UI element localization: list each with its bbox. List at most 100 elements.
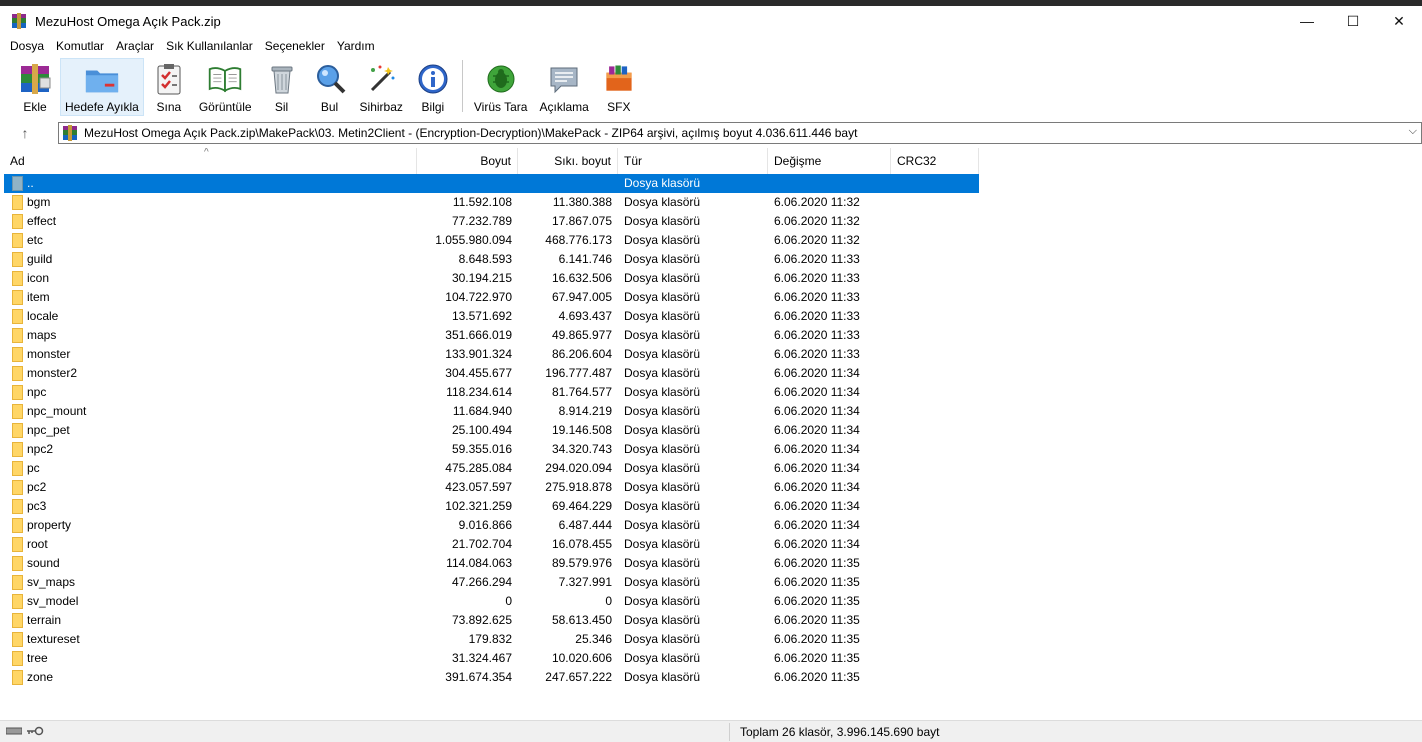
comment-button[interactable]: Açıklama (534, 58, 593, 116)
row-date: 6.06.2020 11:32 (774, 233, 860, 247)
table-row[interactable]: property 9.016.866 6.487.444 Dosya klasörü 6… (4, 516, 979, 535)
menu-komutlar[interactable]: Komutlar (50, 36, 110, 56)
delete-button[interactable]: Sil (259, 58, 305, 116)
column-header-size[interactable]: Boyut (417, 148, 518, 174)
row-type: Dosya klasörü (624, 423, 701, 437)
table-row[interactable]: sv_maps 47.266.294 7.327.991 Dosya klasörü 6… (4, 573, 979, 592)
test-button[interactable]: Sına (146, 58, 192, 116)
row-size (417, 174, 518, 193)
row-date: 6.06.2020 11:33 (774, 252, 860, 266)
folder-name: bgm (27, 195, 51, 209)
table-row[interactable]: locale 13.571.692 4.693.437 Dosya klasörü 6.… (4, 307, 979, 326)
table-row[interactable]: root 21.702.704 16.078.455 Dosya klasörü 6.0… (4, 535, 979, 554)
table-row[interactable]: textureset 179.832 25.346 Dosya klasörü 6.06… (4, 630, 979, 649)
table-row[interactable]: tree 31.324.467 10.020.606 Dosya klasörü 6.0… (4, 649, 979, 668)
row-type: Dosya klasörü (624, 613, 701, 627)
table-row[interactable]: bgm 11.592.108 11.380.388 Dosya klasörü 6.06… (4, 193, 979, 212)
row-name: npc_pet (4, 421, 417, 440)
sfx-button[interactable]: SFX (596, 58, 642, 116)
row-type: Dosya klasörü (624, 575, 701, 589)
table-row[interactable]: etc 1.055.980.094 468.776.173 Dosya klasörü… (4, 231, 979, 250)
row-packed: 17.867.075 (551, 214, 612, 228)
address-bar: ↑ MezuHost Omega Açık Pack.zip\MakePack\… (0, 120, 1422, 146)
table-row[interactable]: sv_model 0 0 Dosya klasörü 6.06.2020 11:35 (4, 592, 979, 611)
column-header-name[interactable]: Ad ^ (4, 148, 417, 174)
table-row[interactable]: item 104.722.970 67.947.005 Dosya klasörü 6.… (4, 288, 979, 307)
parent-folder-row[interactable]: .. Dosya klasörü (4, 174, 979, 193)
menu-araclar[interactable]: Araçlar (110, 36, 160, 56)
wizard-button[interactable]: Sihirbaz (355, 58, 408, 116)
row-size: 423.057.597 (445, 480, 512, 494)
test-label: Sına (156, 100, 182, 114)
info-button[interactable]: Bilgi (410, 58, 456, 116)
key-icon[interactable] (26, 725, 44, 739)
table-row[interactable]: pc2 423.057.597 275.918.878 Dosya klasörü 6.… (4, 478, 979, 497)
table-row[interactable]: npc 118.234.614 81.764.577 Dosya klasörü 6.0… (4, 383, 979, 402)
close-button[interactable]: ✕ (1376, 6, 1422, 36)
row-packed: 468.776.173 (545, 233, 612, 247)
column-header-packed[interactable]: Sıkı. boyut (518, 148, 618, 174)
row-size: 8.648.593 (458, 252, 512, 266)
column-header-modified[interactable]: Değişme (768, 148, 891, 174)
row-type: Dosya klasörü (624, 499, 701, 513)
table-row[interactable]: icon 30.194.215 16.632.506 Dosya klasörü 6.0… (4, 269, 979, 288)
folder-icon (12, 670, 23, 685)
row-name: sv_model (4, 592, 417, 611)
row-size: 304.455.677 (445, 366, 512, 380)
table-row[interactable]: pc 475.285.084 294.020.094 Dosya klasörü 6.0… (4, 459, 979, 478)
add-button[interactable]: Ekle (12, 58, 58, 116)
row-name: sound (4, 554, 417, 573)
table-row[interactable]: pc3 102.321.259 69.464.229 Dosya klasörü 6.0… (4, 497, 979, 516)
menu-dosya[interactable]: Dosya (4, 36, 50, 56)
menu-sik-kullanilanlar[interactable]: Sık Kullanılanlar (160, 36, 259, 56)
winrar-app-icon[interactable] (11, 13, 27, 29)
row-crc (891, 307, 979, 326)
row-name: terrain (4, 611, 417, 630)
folder-name: sv_maps (27, 575, 76, 589)
table-row[interactable]: monster 133.901.324 86.206.604 Dosya klasör… (4, 345, 979, 364)
up-folder-button[interactable]: ↑ (0, 120, 50, 146)
maximize-button[interactable]: ☐ (1330, 6, 1376, 36)
row-date: 6.06.2020 11:33 (774, 271, 860, 285)
address-path-box[interactable]: MezuHost Omega Açık Pack.zip\MakePack\03… (58, 122, 1422, 144)
row-date: 6.06.2020 11:32 (774, 214, 860, 228)
table-row[interactable]: zone 391.674.354 247.657.222 Dosya klasörü 6… (4, 668, 979, 687)
table-row[interactable]: npc2 59.355.016 34.320.743 Dosya klasörü 6.0… (4, 440, 979, 459)
table-row[interactable]: npc_mount 11.684.940 8.914.219 Dosya klasör… (4, 402, 979, 421)
row-crc (891, 497, 979, 516)
table-row[interactable]: terrain 73.892.625 58.613.450 Dosya klasörü… (4, 611, 979, 630)
table-row[interactable]: maps 351.666.019 49.865.977 Dosya klasörü 6.… (4, 326, 979, 345)
row-packed: 86.206.604 (551, 347, 612, 361)
table-row[interactable]: sound 114.084.063 89.579.976 Dosya klasörü 6… (4, 554, 979, 573)
view-button[interactable]: Görüntüle (194, 58, 257, 116)
table-row[interactable]: npc_pet 25.100.494 19.146.508 Dosya klasörü… (4, 421, 979, 440)
row-packed: 0 (605, 594, 612, 608)
folder-name: pc2 (27, 480, 47, 494)
row-type: Dosya klasörü (624, 632, 701, 646)
row-crc (891, 345, 979, 364)
table-row[interactable]: effect 77.232.789 17.867.075 Dosya klasörü 6… (4, 212, 979, 231)
minimize-button[interactable]: — (1284, 6, 1330, 36)
extract-to-button[interactable]: Hedefe Ayıkla (60, 58, 144, 116)
row-type: Dosya klasörü (624, 594, 701, 608)
row-type: Dosya klasörü (624, 651, 701, 665)
folder-icon (12, 632, 23, 647)
row-packed: 247.657.222 (545, 670, 612, 684)
folder-name: root (27, 537, 48, 551)
column-header-type[interactable]: Tür (618, 148, 768, 174)
magic-wand-icon (363, 62, 399, 96)
row-type: Dosya klasörü (624, 195, 701, 209)
table-row[interactable]: guild 8.648.593 6.141.746 Dosya klasörü 6.06… (4, 250, 979, 269)
column-header-crc[interactable]: CRC32 (891, 148, 979, 174)
folder-name: guild (27, 252, 53, 266)
row-packed: 49.865.977 (551, 328, 612, 342)
row-name: icon (4, 269, 417, 288)
row-size: 47.266.294 (451, 575, 512, 589)
table-row[interactable]: monster2 304.455.677 196.777.487 Dosya klas… (4, 364, 979, 383)
folder-name: terrain (27, 613, 62, 627)
chevron-down-icon[interactable]: ⌵ (1409, 125, 1417, 138)
menu-secenekler[interactable]: Seçenekler (259, 36, 331, 56)
virus-scan-button[interactable]: Virüs Tara (469, 58, 533, 116)
find-button[interactable]: Bul (307, 58, 353, 116)
menu-yardim[interactable]: Yardım (331, 36, 381, 56)
